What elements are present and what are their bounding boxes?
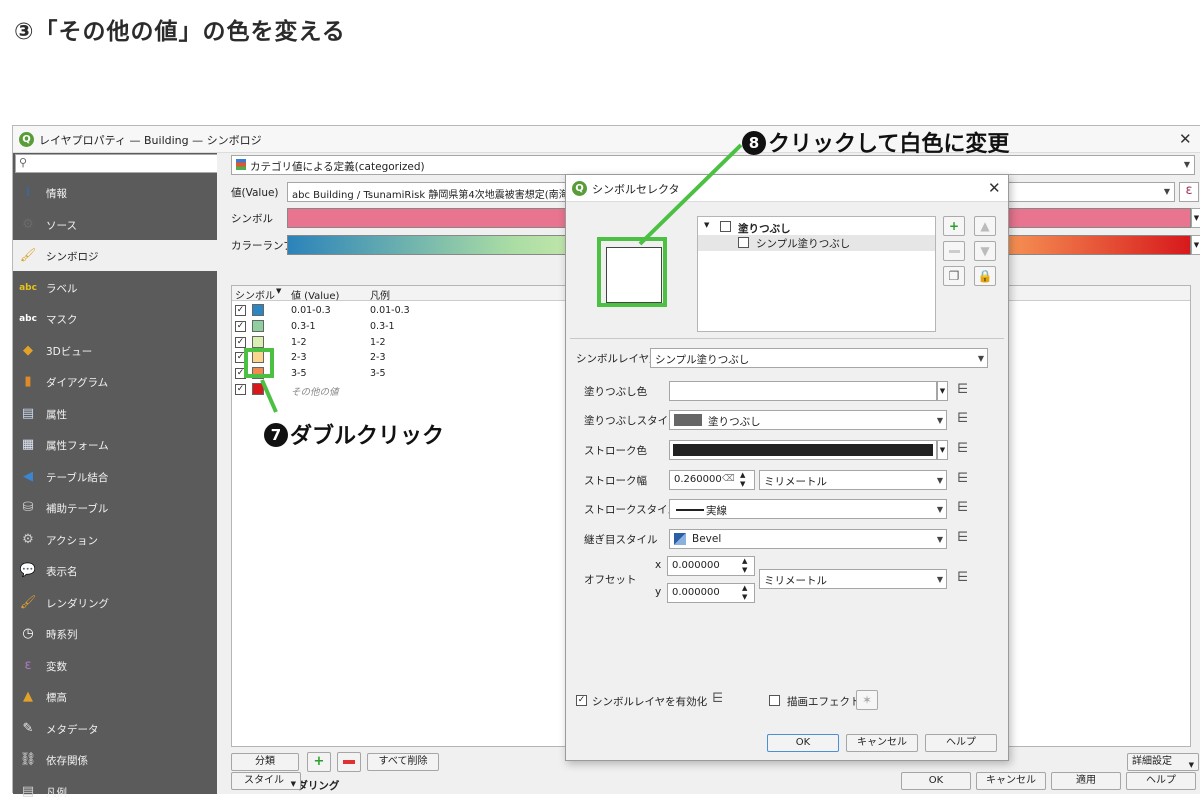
annotation-line-8 (638, 143, 743, 246)
annotation-line-7 (260, 379, 278, 413)
annotation-step7: 7 ダブルクリック (264, 418, 444, 450)
step7-number: 7 (264, 423, 288, 447)
annotation-step8: 8 クリックして白色に変更 (742, 126, 1009, 158)
step8-number: 8 (742, 131, 766, 155)
annotation-lines (260, 143, 743, 413)
annotation-highlight-swatch (244, 348, 274, 378)
step8-text: クリックして白色に変更 (768, 132, 1010, 157)
step7-text: ダブルクリック (290, 424, 445, 449)
annotation-highlight-preview (597, 237, 667, 307)
